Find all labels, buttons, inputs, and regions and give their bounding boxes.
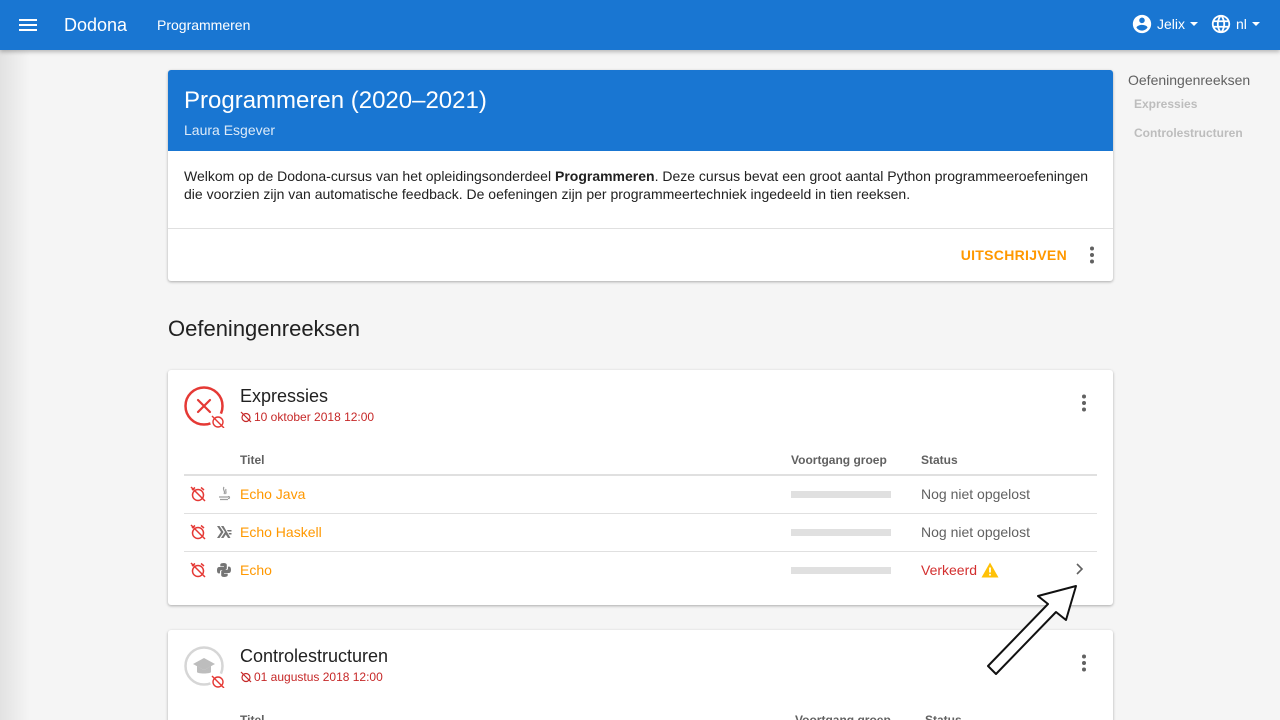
series-deadline: 01 augustus 2018 12:00 xyxy=(240,670,383,684)
group-progress-bar xyxy=(791,567,891,574)
breadcrumb[interactable]: Programmeren xyxy=(157,16,250,34)
exercise-table: Titel Voortgang groep Status xyxy=(184,708,1097,720)
alarm-off-icon xyxy=(190,524,206,540)
wrong-circle-icon xyxy=(184,386,226,428)
alarm-off-icon xyxy=(240,671,252,683)
user-menu[interactable]: Jelix xyxy=(1131,12,1199,36)
deadline-text: 10 oktober 2018 12:00 xyxy=(254,410,375,424)
exercise-link[interactable]: Echo Java xyxy=(240,486,305,502)
table-header: Titel Voortgang groep Status xyxy=(184,448,1097,476)
exercise-status: Nog niet opgelost xyxy=(921,486,1030,502)
user-name: Jelix xyxy=(1157,16,1186,32)
more-vert-icon[interactable] xyxy=(1080,243,1104,267)
warning-icon xyxy=(981,562,999,578)
description-course-name: Programmeren xyxy=(554,168,655,184)
unsubscribe-button[interactable]: UITSCHRIJVEN xyxy=(961,247,1067,263)
course-card: Programmeren (2020–2021) Laura Esgever W… xyxy=(168,70,1113,281)
language-menu[interactable]: nl xyxy=(1210,12,1260,36)
header-status: Status xyxy=(921,453,958,467)
alarm-off-icon xyxy=(190,562,206,578)
globe-icon xyxy=(1211,14,1231,34)
header-title: Titel xyxy=(240,453,265,467)
drawer-edge-shadow xyxy=(0,50,30,720)
menu-icon[interactable] xyxy=(16,13,40,37)
java-icon xyxy=(219,486,231,501)
account-circle-icon xyxy=(1132,14,1152,34)
toc-item-expressies[interactable]: Expressies xyxy=(1134,97,1197,111)
table-header: Titel Voortgang groep Status xyxy=(184,708,1097,720)
brand-logo[interactable]: Dodona xyxy=(64,13,127,37)
course-actions: UITSCHRIJVEN xyxy=(168,229,1113,281)
course-description: Welkom op de Dodona-cursus van het oplei… xyxy=(168,151,1113,229)
series-card-expressies: Expressies 10 oktober 2018 12:00 Titel V… xyxy=(168,370,1113,605)
header-status: Status xyxy=(925,713,962,720)
alarm-off-icon xyxy=(190,486,206,502)
table-row[interactable]: Echo Verkeerd xyxy=(184,552,1097,590)
table-row: Echo Java Nog niet opgelost xyxy=(184,476,1097,514)
toc-item-controlestructuren[interactable]: Controlestructuren xyxy=(1134,126,1243,140)
table-row: Echo Haskell Nog niet opgelost xyxy=(184,514,1097,552)
deadline-text: 01 augustus 2018 12:00 xyxy=(254,670,383,684)
toc-title[interactable]: Oefeningenreeksen xyxy=(1128,72,1250,88)
top-app-bar: Dodona Programmeren Jelix nl xyxy=(0,0,1280,50)
header-progress: Voortgang groep xyxy=(795,713,891,720)
exercise-link[interactable]: Echo xyxy=(240,562,272,578)
caret-down-icon xyxy=(1190,22,1199,26)
graduation-cap-icon xyxy=(184,646,226,688)
python-icon xyxy=(217,563,231,577)
exercise-status-wrong: Verkeerd xyxy=(921,562,999,578)
header-progress: Voortgang groep xyxy=(791,453,887,467)
group-progress-bar xyxy=(791,491,891,498)
section-title: Oefeningenreeksen xyxy=(168,316,361,341)
series-deadline: 10 oktober 2018 12:00 xyxy=(240,410,374,424)
haskell-icon xyxy=(217,526,232,538)
group-progress-bar xyxy=(791,529,891,536)
course-title: Programmeren (2020–2021) xyxy=(184,87,487,114)
more-vert-icon[interactable] xyxy=(1072,651,1096,675)
more-vert-icon[interactable] xyxy=(1072,391,1096,415)
header-title: Titel xyxy=(240,713,265,720)
exercise-table: Titel Voortgang groep Status Echo Java N… xyxy=(184,448,1097,590)
language-code: nl xyxy=(1236,16,1247,32)
course-teacher: Laura Esgever xyxy=(184,122,276,138)
exercise-status: Nog niet opgelost xyxy=(921,524,1030,540)
chevron-right-icon[interactable] xyxy=(1073,561,1087,577)
series-name[interactable]: Controlestructuren xyxy=(240,646,388,666)
description-text: Welkom op de Dodona-cursus van het oplei… xyxy=(184,168,555,184)
series-card-controlestructuren: Controlestructuren 01 augustus 2018 12:0… xyxy=(168,630,1113,720)
caret-down-icon xyxy=(1251,22,1260,26)
status-text: Verkeerd xyxy=(921,562,978,578)
alarm-off-icon xyxy=(240,411,252,423)
series-name[interactable]: Expressies xyxy=(240,386,328,406)
exercise-link[interactable]: Echo Haskell xyxy=(240,524,322,540)
course-header: Programmeren (2020–2021) Laura Esgever xyxy=(168,70,1113,151)
